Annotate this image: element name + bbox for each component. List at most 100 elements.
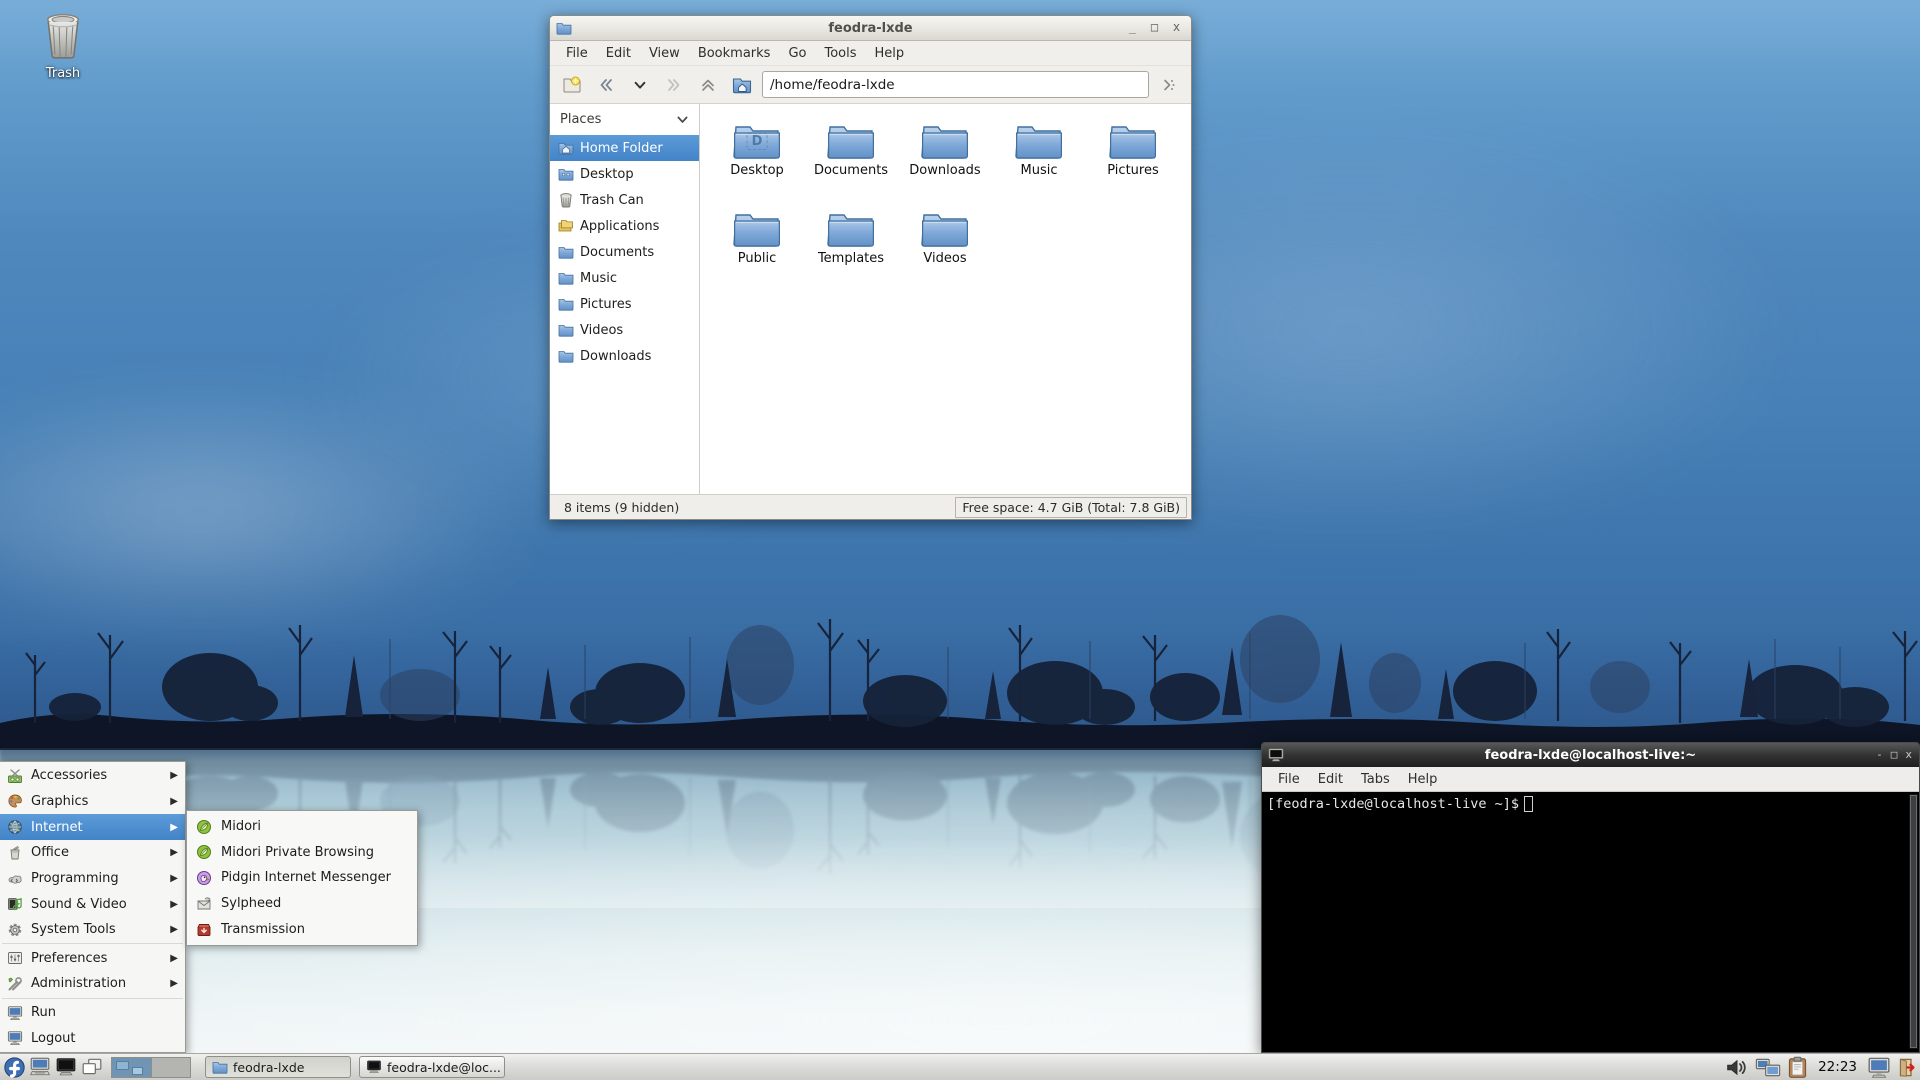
menu-item-logout[interactable]: Logout bbox=[0, 1025, 185, 1051]
folder-icon bbox=[921, 120, 969, 160]
clock[interactable]: 22:23 bbox=[1814, 1059, 1861, 1075]
maximize-button[interactable]: □ bbox=[1891, 749, 1898, 760]
back-button[interactable] bbox=[592, 71, 620, 99]
maximize-button[interactable]: □ bbox=[1148, 21, 1161, 35]
menu-edit[interactable]: Edit bbox=[598, 43, 639, 64]
menu-tools[interactable]: Tools bbox=[816, 43, 864, 64]
start-menu-button[interactable] bbox=[1, 1055, 27, 1080]
submenu-arrow-icon: ▶ bbox=[170, 795, 178, 807]
submenu-arrow-icon: ▶ bbox=[170, 872, 178, 884]
sidebar-item-trash-can[interactable]: Trash Can bbox=[550, 187, 699, 213]
sidebar-item-pictures[interactable]: Pictures bbox=[550, 291, 699, 317]
folder-icon bbox=[1109, 120, 1157, 160]
menu-item-graphics[interactable]: Graphics ▶ bbox=[0, 789, 185, 815]
minimize-button[interactable]: _ bbox=[1126, 21, 1139, 35]
file-manager-launcher[interactable] bbox=[27, 1055, 53, 1080]
desktop-badge: D bbox=[746, 133, 768, 150]
wallpaper-treeline bbox=[0, 615, 1920, 750]
submenu-item-midori[interactable]: Midori bbox=[187, 814, 417, 840]
screensaver-monitor-icon[interactable] bbox=[1867, 1057, 1891, 1078]
folder-item-documents[interactable]: Documents bbox=[804, 116, 898, 204]
fm-titlebar[interactable]: feodra-lxde _ □ x bbox=[550, 16, 1191, 41]
sidebar-item-music[interactable]: Music bbox=[550, 265, 699, 291]
jump-to-button[interactable] bbox=[1155, 71, 1183, 99]
up-button[interactable] bbox=[694, 71, 722, 99]
history-dropdown-button[interactable] bbox=[626, 71, 654, 99]
folder-icon bbox=[827, 208, 875, 248]
submenu-item-midori-private[interactable]: Midori Private Browsing bbox=[187, 840, 417, 866]
sidebar-item-documents[interactable]: Documents bbox=[550, 239, 699, 265]
sidebar-item-videos[interactable]: Videos bbox=[550, 317, 699, 343]
menu-item-system-tools[interactable]: System Tools ▶ bbox=[0, 917, 185, 943]
terminal-window: feodra-lxde@localhost-live:~ - □ x File … bbox=[1261, 742, 1920, 1053]
submenu-item-transmission[interactable]: Transmission bbox=[187, 916, 417, 942]
taskbar: feodra-lxde feodra-lxde@loc... 22:23 bbox=[0, 1053, 1920, 1080]
new-tab-button[interactable] bbox=[558, 71, 586, 99]
terminal-scrollbar[interactable] bbox=[1909, 794, 1918, 1049]
clipboard-icon[interactable] bbox=[1787, 1056, 1808, 1079]
folder-item-pictures[interactable]: Pictures bbox=[1086, 116, 1180, 204]
menu-view[interactable]: View bbox=[641, 43, 688, 64]
menu-item-administration[interactable]: Administration ▶ bbox=[0, 971, 185, 997]
iconify-all-windows-button[interactable] bbox=[79, 1055, 105, 1080]
path-input[interactable]: /home/feodra-lxde bbox=[762, 71, 1149, 98]
administration-icon bbox=[7, 976, 23, 992]
terminal-title: feodra-lxde@localhost-live:~ bbox=[1484, 747, 1697, 763]
places-header[interactable]: Places bbox=[550, 104, 699, 135]
menu-help[interactable]: Help bbox=[867, 43, 913, 64]
sidebar-item-downloads[interactable]: Downloads bbox=[550, 343, 699, 369]
terminal-titlebar[interactable]: feodra-lxde@localhost-live:~ - □ x bbox=[1262, 743, 1919, 767]
sound-video-icon bbox=[7, 896, 23, 912]
task-button-terminal[interactable]: feodra-lxde@loc... bbox=[359, 1056, 505, 1078]
menu-item-programming[interactable]: Programming ▶ bbox=[0, 866, 185, 892]
network-icon[interactable] bbox=[1755, 1057, 1781, 1078]
preferences-icon bbox=[7, 950, 23, 966]
terminal-content[interactable]: [feodra-lxde@localhost-live ~]$ bbox=[1262, 792, 1919, 1052]
menu-tabs[interactable]: Tabs bbox=[1353, 769, 1398, 790]
menu-item-preferences[interactable]: Preferences ▶ bbox=[0, 945, 185, 971]
logout-door-icon[interactable] bbox=[1897, 1057, 1918, 1078]
sidebar-item-home-folder[interactable]: Home Folder bbox=[550, 135, 699, 161]
menu-item-office[interactable]: Office ▶ bbox=[0, 840, 185, 866]
menu-item-internet[interactable]: Internet ▶ bbox=[0, 814, 185, 840]
folder-item-public[interactable]: Public bbox=[710, 204, 804, 292]
workspace-1[interactable] bbox=[112, 1057, 151, 1077]
desktop-trash-icon[interactable]: Trash bbox=[24, 12, 102, 81]
submenu-item-pidgin[interactable]: Pidgin Internet Messenger bbox=[187, 865, 417, 891]
menu-edit[interactable]: Edit bbox=[1310, 769, 1351, 790]
menu-item-run[interactable]: Run bbox=[0, 1000, 185, 1026]
menu-item-sound-video[interactable]: Sound & Video ▶ bbox=[0, 891, 185, 917]
terminal-launcher[interactable] bbox=[53, 1055, 79, 1080]
terminal-menubar: File Edit Tabs Help bbox=[1262, 767, 1919, 792]
folder-item-downloads[interactable]: Downloads bbox=[898, 116, 992, 204]
workspace-pager[interactable] bbox=[111, 1056, 191, 1078]
menu-item-accessories[interactable]: Accessories ▶ bbox=[0, 763, 185, 789]
sidebar-item-applications[interactable]: Applications bbox=[550, 213, 699, 239]
submenu-item-sylpheed[interactable]: Sylpheed bbox=[187, 891, 417, 917]
office-icon bbox=[7, 845, 23, 861]
file-view[interactable]: D Desktop Documents Downloads Music Pict… bbox=[700, 104, 1191, 494]
close-button[interactable]: x bbox=[1170, 21, 1183, 35]
volume-icon[interactable] bbox=[1725, 1057, 1749, 1078]
task-button-file-manager[interactable]: feodra-lxde bbox=[205, 1056, 351, 1078]
sylpheed-icon bbox=[196, 896, 212, 912]
menu-file[interactable]: File bbox=[558, 43, 596, 64]
folder-item-music[interactable]: Music bbox=[992, 116, 1086, 204]
forward-button[interactable] bbox=[660, 71, 688, 99]
minimize-button[interactable]: - bbox=[1876, 749, 1883, 760]
menu-file[interactable]: File bbox=[1270, 769, 1308, 790]
workspace-2[interactable] bbox=[151, 1057, 190, 1077]
home-button[interactable] bbox=[728, 71, 756, 99]
menu-help[interactable]: Help bbox=[1400, 769, 1446, 790]
folder-icon bbox=[733, 208, 781, 248]
menu-bookmarks[interactable]: Bookmarks bbox=[690, 43, 779, 64]
close-button[interactable]: x bbox=[1905, 749, 1912, 760]
menu-go[interactable]: Go bbox=[780, 43, 814, 64]
folder-item-templates[interactable]: Templates bbox=[804, 204, 898, 292]
folder-item-videos[interactable]: Videos bbox=[898, 204, 992, 292]
midori-icon bbox=[196, 819, 212, 835]
sidebar-item-desktop[interactable]: Desktop bbox=[550, 161, 699, 187]
accessories-icon bbox=[7, 768, 23, 784]
folder-item-desktop[interactable]: D Desktop bbox=[710, 116, 804, 204]
fedora-logo-icon bbox=[4, 1057, 25, 1078]
